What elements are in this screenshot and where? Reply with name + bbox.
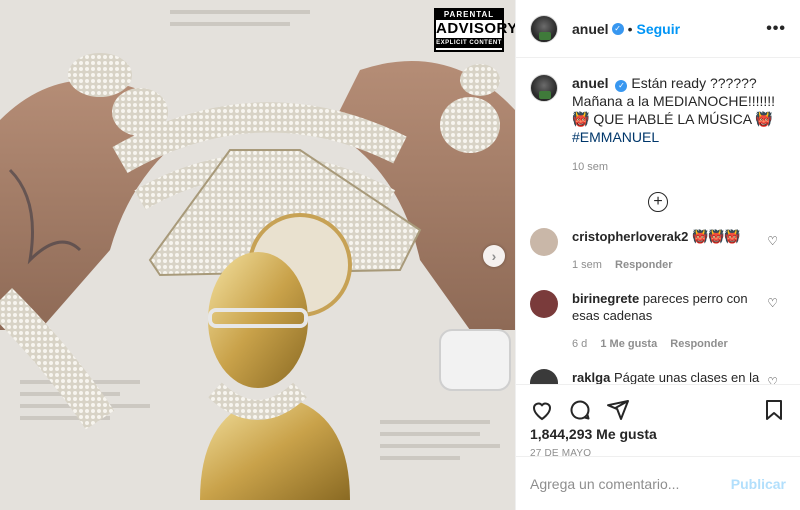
comment-meta: 6 d 1 Me gusta Responder [572, 336, 762, 353]
parental-advisory-label: PARENTAL ADVISORY EXPLICIT CONTENT [434, 8, 515, 52]
next-image-button[interactable]: › [483, 245, 505, 267]
hashtag-link[interactable]: #EMMANUEL [572, 129, 659, 145]
heart-icon[interactable] [530, 398, 554, 422]
comments-section[interactable]: anuel ✓ Están ready ?????? Mañana a la M… [516, 58, 800, 384]
post-caption: anuel ✓ Están ready ?????? Mañana a la M… [530, 74, 786, 176]
comment-item: birinegrete pareces perro con esas caden… [530, 290, 786, 353]
comment-username[interactable]: cristopherloverak2 [572, 229, 688, 244]
comment-item: raklga Págate unas clases en la universi… [530, 369, 786, 384]
post-side-panel: anuel ✓ • Seguir ••• anuel ✓ Están ready… [515, 0, 800, 510]
load-more-icon[interactable]: + [648, 192, 668, 212]
caption-time: 10 sem [572, 161, 609, 173]
action-icons [516, 385, 800, 425]
follow-button[interactable]: Seguir [636, 21, 680, 37]
save-icon[interactable] [762, 398, 786, 422]
comment-input[interactable] [530, 475, 731, 492]
post-header: anuel ✓ • Seguir ••• [516, 0, 800, 58]
verified-icon: ✓ [611, 22, 624, 35]
publish-button[interactable]: Publicar [731, 476, 786, 492]
comment-username[interactable]: raklga [572, 370, 610, 384]
likes-count[interactable]: 1,844,293 Me gusta [516, 426, 800, 442]
comment-username[interactable]: birinegrete [572, 291, 639, 306]
comment-time: 6 d [572, 338, 588, 350]
caption-username[interactable]: anuel [572, 75, 609, 91]
comment-text: 👹👹👹 [691, 229, 741, 244]
header-username[interactable]: anuel [572, 21, 609, 37]
comment-time: 1 sem [572, 259, 602, 271]
chevron-right-icon: › [491, 248, 497, 264]
instagram-post: PARENTAL ADVISORY EXPLICIT CONTENT › anu… [0, 0, 800, 510]
comment-likes[interactable]: 1 Me gusta [600, 338, 657, 350]
comment-icon[interactable] [568, 398, 592, 422]
post-actions: 1,844,293 Me gusta 27 DE MAYO Publicar [516, 384, 800, 510]
avatar[interactable] [530, 369, 558, 384]
advisory-line-3: EXPLICIT CONTENT [436, 38, 502, 48]
caption-body: anuel ✓ Están ready ?????? Mañana a la M… [572, 74, 782, 176]
more-icon[interactable]: ••• [766, 20, 786, 38]
comment-meta: 1 sem Responder [572, 257, 762, 274]
reply-button[interactable]: Responder [670, 338, 727, 350]
jewelry-photo [0, 0, 515, 510]
heart-icon[interactable]: ♡ [767, 234, 778, 248]
post-image[interactable]: PARENTAL ADVISORY EXPLICIT CONTENT › [0, 0, 515, 510]
comment-item: cristopherloverak2 👹👹👹 1 sem Responder ♡ [530, 228, 786, 274]
separator-dot: • [627, 20, 633, 37]
advisory-line-2: ADVISORY [436, 20, 515, 37]
heart-icon[interactable]: ♡ [767, 296, 778, 310]
share-icon[interactable] [606, 398, 630, 422]
heart-icon[interactable]: ♡ [767, 375, 778, 384]
advisory-line-1: PARENTAL [436, 10, 502, 20]
avatar[interactable] [530, 290, 558, 318]
avatar[interactable] [530, 74, 558, 102]
verified-icon: ✓ [615, 80, 628, 92]
avatar[interactable] [530, 228, 558, 256]
comment-body: raklga Págate unas clases en la universi… [572, 369, 762, 384]
comment-body: cristopherloverak2 👹👹👹 1 sem Responder [572, 228, 762, 274]
reply-button[interactable]: Responder [615, 259, 672, 271]
comment-body: birinegrete pareces perro con esas caden… [572, 290, 762, 353]
avatar[interactable] [530, 14, 558, 43]
add-comment-bar: Publicar [516, 456, 800, 510]
load-more-comments: + [530, 192, 786, 212]
